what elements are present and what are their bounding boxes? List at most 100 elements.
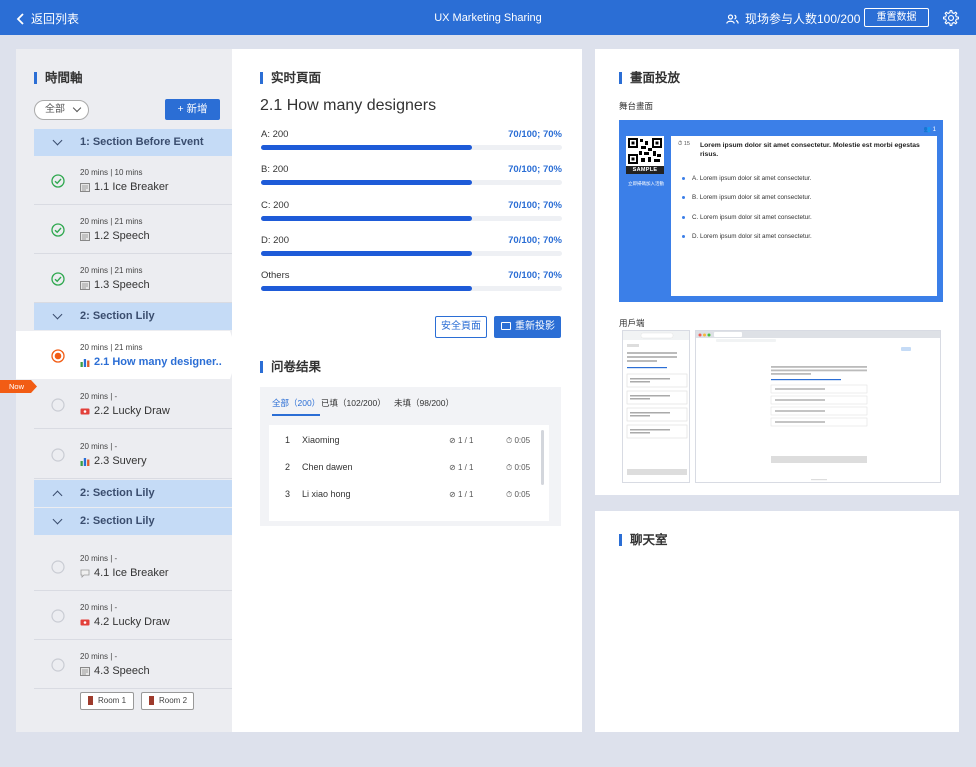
mobile-preview[interactable]	[622, 330, 690, 483]
gear-icon[interactable]	[942, 9, 960, 27]
stage-question-number: ⏱ 15	[678, 141, 690, 147]
filter-dropdown[interactable]: 全部	[34, 100, 89, 120]
stage-option: A. Lorem ipsum dolor sit amet consectetu…	[682, 175, 811, 182]
table-row[interactable]: 2 Chen dawen ⊘ 1 / 1 ⏱ 0:05	[269, 454, 539, 481]
document-icon	[80, 666, 90, 676]
live-title: 实时頁面	[260, 72, 321, 84]
back-button[interactable]: 返回列表	[16, 10, 79, 27]
radio-empty-icon	[51, 609, 65, 623]
stage-option-text: D. Lorem ipsum dolor sit amet consectetu…	[692, 233, 812, 240]
survey-list: 1 Xiaoming ⊘ 1 / 1 ⏱ 0:05 2 Chen dawen ⊘…	[269, 425, 549, 521]
live-panel: 实时頁面 2.1 How many designers A: 200 70/100…	[232, 49, 582, 732]
item-duration: 20 mins | 21 mins	[80, 217, 143, 226]
row-time: ⏱ 0:05	[506, 490, 531, 499]
timeline-item[interactable]: 20 mins | 21 mins 1.3 Speech	[34, 254, 232, 303]
row-time: ⏱ 0:05	[506, 436, 531, 445]
stage-preview[interactable]: SAMPLE 立即掃碼加入活動 👥 1 ⏱ 15 Lorem ipsum dol…	[619, 120, 943, 302]
stage-option: D. Lorem ipsum dolor sit amet consectetu…	[682, 233, 812, 240]
safe-page-button[interactable]: 安全頁面	[435, 316, 487, 338]
timeline-item[interactable]: 20 mins | 21 mins 1.2 Speech	[34, 205, 232, 254]
room-label: Room 2	[159, 696, 188, 705]
mobile-mockup	[623, 331, 689, 475]
section-header[interactable]: 2: Section Lily	[34, 508, 232, 535]
timeline-item[interactable]: 20 mins | - 4.2 Lucky Draw	[34, 591, 232, 640]
timeline-item[interactable]: 20 mins | - 4.3 Speech	[34, 640, 232, 689]
row-score-value: 1 / 1	[457, 436, 474, 445]
timeline-panel: 時間軸 全部 + 新增 1: Section Before Event 20 m…	[16, 49, 238, 732]
row-number: 2	[285, 462, 291, 472]
scan-hint: 立即掃碼加入活動	[628, 181, 664, 186]
section-header[interactable]: 2: Section Lily	[34, 480, 232, 507]
item-duration: 20 mins | -	[80, 392, 118, 401]
item-name: 1.2 Speech	[94, 230, 150, 242]
timeline-title: 時間軸	[34, 72, 83, 84]
timeline-item-current[interactable]: 20 mins | 21 mins 2.1 How many designer.…	[16, 331, 238, 379]
section-header[interactable]: 1: Section Before Event	[34, 129, 232, 156]
row-name: Xiaoming	[302, 435, 340, 445]
progress-track	[261, 286, 562, 291]
radio-empty-icon	[51, 560, 65, 574]
row-number: 1	[285, 435, 291, 445]
question-title: 2.1 How many designers	[260, 97, 437, 114]
row-time-value: 0:05	[514, 463, 531, 472]
section-header[interactable]: 2: Section Lily	[34, 303, 232, 330]
survey-results: 全部（200） 已填（102/200） 未填（98/200） 1 Xiaomin…	[260, 387, 561, 526]
row-time-value: 0:05	[514, 490, 531, 499]
timeline-item[interactable]: 20 mins | - 2.2 Lucky Draw	[34, 380, 232, 429]
section-label: 2: Section Lily	[80, 310, 155, 322]
progress-fill	[261, 180, 472, 185]
option-value: 70/100; 70%	[508, 200, 562, 211]
chevron-down-icon	[72, 103, 82, 113]
ticket-icon	[80, 619, 90, 625]
chat-title: 聊天室	[619, 534, 668, 546]
timeline-item[interactable]: 20 mins | - 2.3 Suvery	[34, 430, 232, 479]
bar-chart-icon	[80, 358, 90, 367]
online-users-count: 1	[932, 127, 936, 133]
option-label: Others	[261, 270, 290, 281]
row-name: Li xiao hong	[302, 489, 351, 499]
room-1-button[interactable]: Room 1	[80, 692, 134, 710]
section-label: 2: Section Lily	[80, 487, 155, 499]
item-name: 2.1 How many designer..	[94, 356, 222, 368]
now-marker: Now	[0, 380, 37, 393]
tab-unfilled[interactable]: 未填（98/200）	[394, 397, 454, 409]
table-row[interactable]: 3 Li xiao hong ⊘ 1 / 1 ⏱ 0:05	[269, 481, 539, 508]
radio-selected-icon	[51, 349, 65, 363]
radio-empty-icon	[51, 658, 65, 672]
progress-track	[261, 251, 562, 256]
timeline-item[interactable]: 20 mins | - 4.1 Ice Breaker	[34, 542, 232, 591]
progress-track	[261, 180, 562, 185]
document-icon	[80, 231, 90, 241]
tab-filled[interactable]: 已填（102/200）	[321, 397, 386, 409]
tab-all[interactable]: 全部（200）	[272, 397, 321, 416]
item-duration: 20 mins | -	[80, 554, 118, 563]
item-name: 4.1 Ice Breaker	[94, 567, 169, 579]
chevron-up-icon	[52, 490, 63, 501]
chat-bubble-icon	[80, 569, 90, 578]
item-name: 2.2 Lucky Draw	[94, 405, 170, 417]
add-button[interactable]: + 新增	[165, 99, 220, 120]
chat-panel: 聊天室	[595, 511, 959, 732]
option-row: B: 200 70/100; 70%	[261, 164, 562, 188]
item-duration: 20 mins | -	[80, 652, 118, 661]
item-name: 4.3 Speech	[94, 665, 150, 677]
scrollbar[interactable]	[541, 430, 544, 485]
room-2-button[interactable]: Room 2	[141, 692, 194, 710]
item-duration: 20 mins | -	[80, 442, 118, 451]
item-duration: 20 mins | 10 mins	[80, 168, 143, 177]
chevron-down-icon	[52, 309, 63, 320]
option-row: A: 200 70/100; 70%	[261, 129, 562, 153]
timeline-item[interactable]: 20 mins | 10 mins 1.1 Ice Breaker	[34, 156, 232, 205]
item-duration: 20 mins | 21 mins	[80, 266, 143, 275]
top-bar: 返回列表 UX Marketing Sharing 现场参与人数100/200 …	[0, 0, 976, 35]
stage-question: Lorem ipsum dolor sit amet consectetur. …	[700, 142, 920, 158]
reset-data-button[interactable]: 重置数据	[864, 8, 929, 27]
stage-option-text: C. Lorem ipsum dolor sit amet consectetu…	[692, 214, 812, 221]
desktop-preview[interactable]	[695, 330, 941, 483]
chevron-left-icon	[16, 12, 24, 25]
item-duration: 20 mins | 21 mins	[80, 343, 143, 352]
table-row[interactable]: 1 Xiaoming ⊘ 1 / 1 ⏱ 0:05	[269, 427, 539, 454]
progress-fill	[261, 216, 472, 221]
reproject-button[interactable]: 重新投影	[494, 316, 561, 338]
option-value: 70/100; 70%	[508, 270, 562, 281]
